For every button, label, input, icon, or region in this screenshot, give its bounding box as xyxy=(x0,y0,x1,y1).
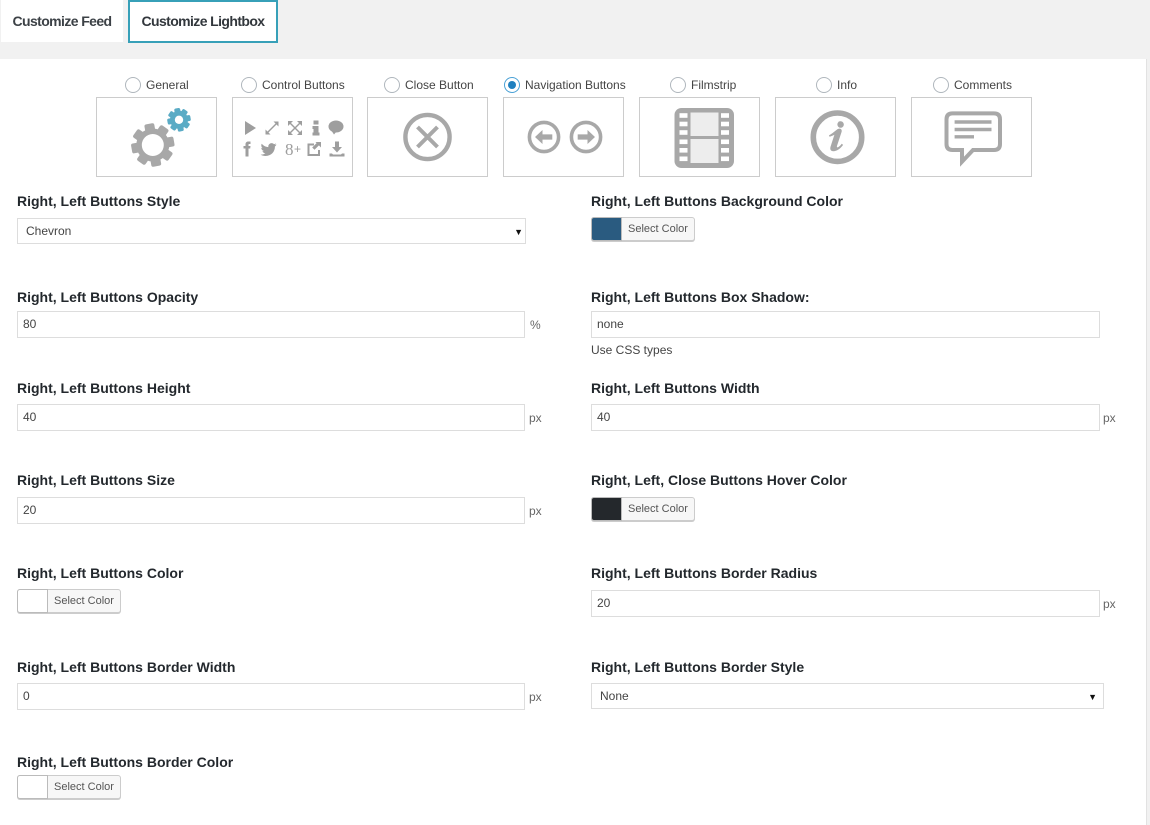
svg-text:+: + xyxy=(294,142,301,156)
svg-text:8: 8 xyxy=(285,140,294,159)
